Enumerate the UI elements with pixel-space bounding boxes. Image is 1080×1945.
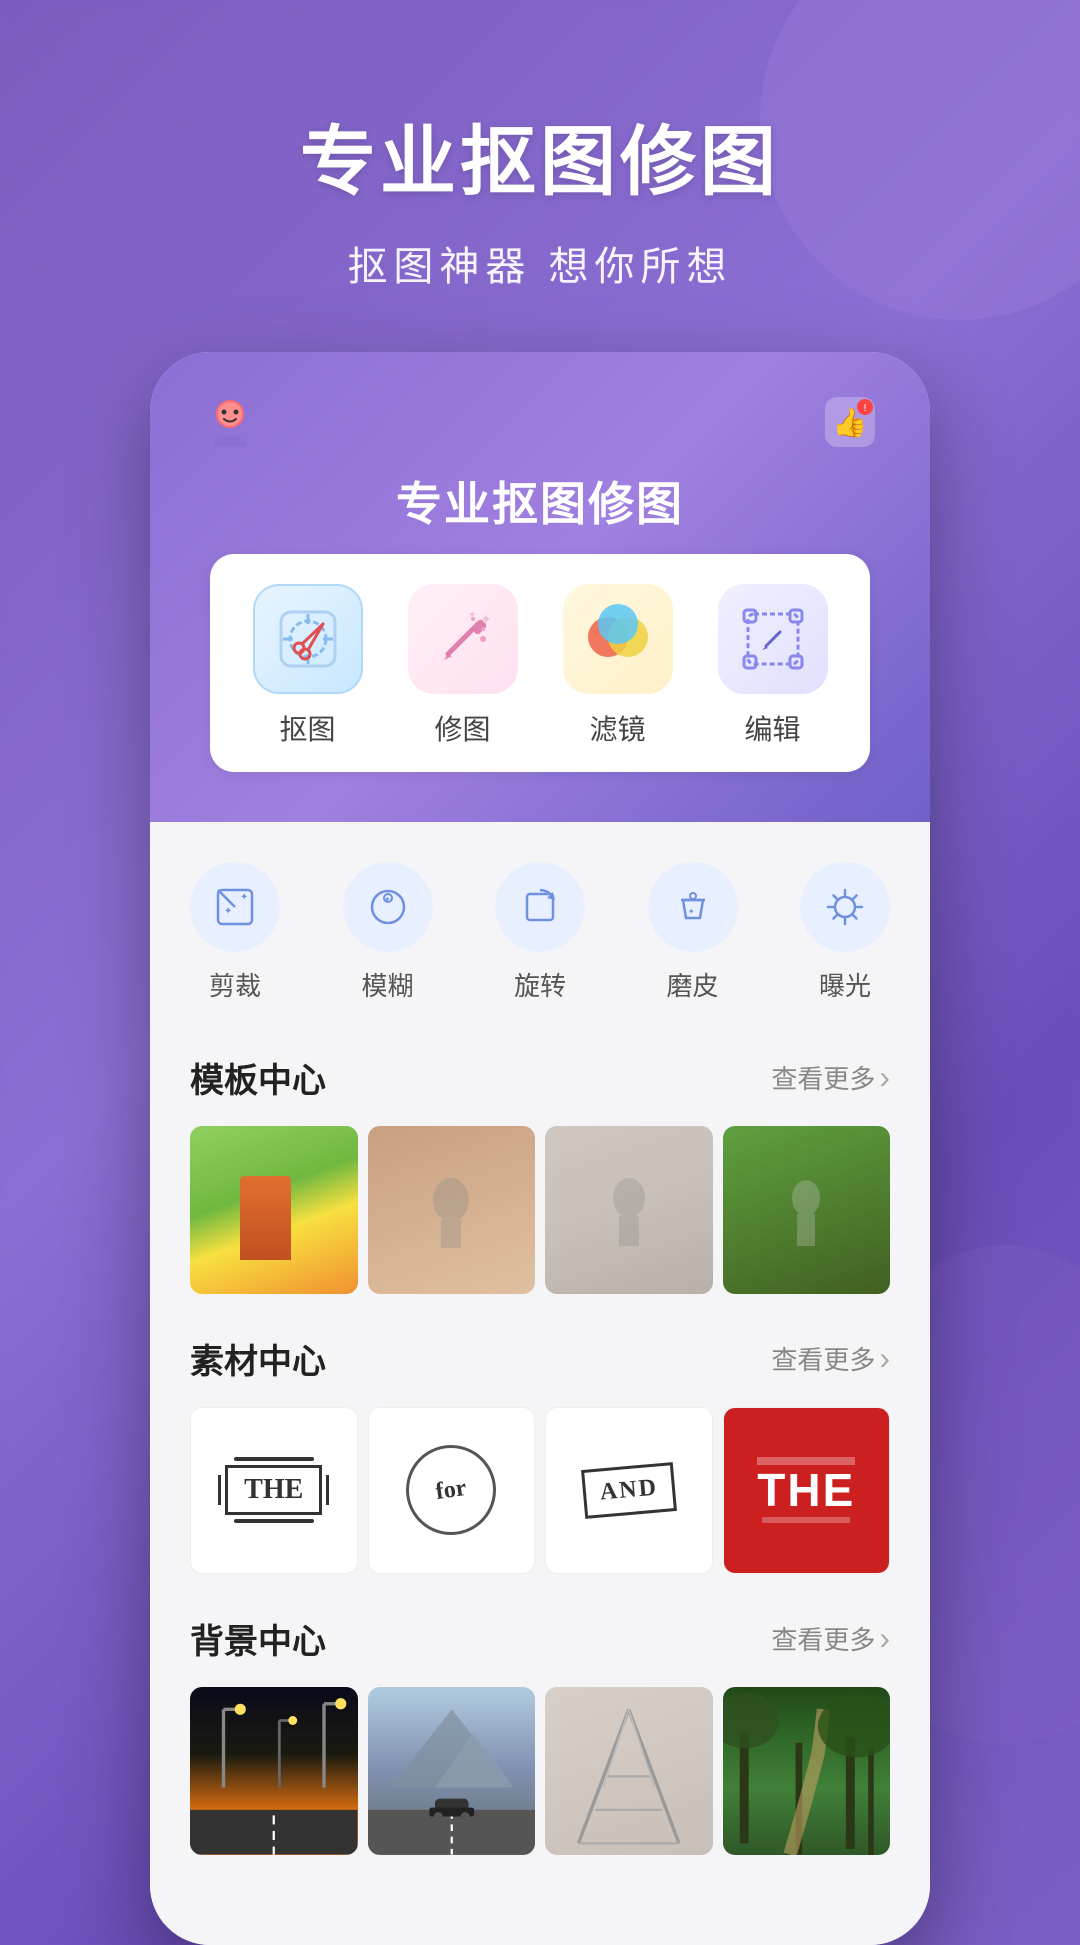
tool-icon-jiancai: ✦ ✦ bbox=[190, 862, 280, 952]
header-section: 专业抠图修图 抠图神器 想你所想 bbox=[300, 0, 780, 352]
background-title: 背景中心 bbox=[190, 1614, 326, 1663]
material-section-header: 素材中心 查看更多 bbox=[190, 1334, 890, 1383]
background-grid bbox=[190, 1687, 890, 1855]
tool-label-jiancai: 剪裁 bbox=[209, 966, 261, 1003]
tool-xuanzhuan[interactable]: 旋转 bbox=[495, 862, 585, 1003]
tool-label-mopi: 磨皮 bbox=[666, 966, 718, 1003]
features-card: 抠图 ✦ ✦ bbox=[210, 554, 870, 772]
like-icon[interactable]: 👍 ! bbox=[820, 392, 880, 452]
template-more-button[interactable]: 查看更多 bbox=[771, 1059, 890, 1096]
feature-label-koutu: 抠图 bbox=[279, 708, 335, 748]
svg-text:!: ! bbox=[864, 403, 867, 414]
material-image-2[interactable]: for bbox=[368, 1407, 536, 1575]
tool-icon-mopi: ✦ bbox=[648, 862, 738, 952]
material-image-4[interactable]: THE bbox=[723, 1407, 891, 1575]
template-section-header: 模板中心 查看更多 bbox=[190, 1053, 890, 1102]
template-title: 模板中心 bbox=[190, 1053, 326, 1102]
phone-header: 👍 ! 专业抠图修图 bbox=[150, 352, 930, 822]
tool-icon-xuanzhuan bbox=[495, 862, 585, 952]
tool-label-puguang: 曝光 bbox=[819, 966, 871, 1003]
phone-body: ✦ ✦ 剪裁 ✦ 模糊 bbox=[150, 822, 930, 1945]
template-image-2[interactable] bbox=[368, 1126, 536, 1294]
feature-bianji[interactable]: 编辑 bbox=[718, 584, 828, 748]
feature-label-xiutu: 修图 bbox=[434, 708, 490, 748]
tool-mohu[interactable]: ✦ 模糊 bbox=[343, 862, 433, 1003]
feature-icon-bianji bbox=[718, 584, 828, 694]
feature-label-bianji: 编辑 bbox=[744, 708, 800, 748]
tool-puguang[interactable]: 曝光 bbox=[800, 862, 890, 1003]
svg-text:✦: ✦ bbox=[240, 892, 248, 903]
feature-lvjing[interactable]: 滤镜 bbox=[563, 584, 673, 748]
svg-text:✦: ✦ bbox=[468, 610, 476, 621]
sub-title: 抠图神器 想你所想 bbox=[300, 234, 780, 292]
tool-jiancai[interactable]: ✦ ✦ 剪裁 bbox=[190, 862, 280, 1003]
tool-mopi[interactable]: ✦ 磨皮 bbox=[648, 862, 738, 1003]
phone-app-title: 专业抠图修图 bbox=[200, 468, 880, 534]
feature-koutu[interactable]: 抠图 bbox=[253, 584, 363, 748]
background-image-3[interactable] bbox=[545, 1687, 713, 1855]
material-title: 素材中心 bbox=[190, 1334, 326, 1383]
tool-icon-puguang bbox=[800, 862, 890, 952]
material-image-1[interactable]: THE bbox=[190, 1407, 358, 1575]
feature-icon-lvjing bbox=[563, 584, 673, 694]
template-grid bbox=[190, 1126, 890, 1294]
tool-icon-mohu: ✦ bbox=[343, 862, 433, 952]
template-image-1[interactable] bbox=[190, 1126, 358, 1294]
material-more-button[interactable]: 查看更多 bbox=[771, 1340, 890, 1377]
background-image-1[interactable] bbox=[190, 1687, 358, 1855]
quick-tools: ✦ ✦ 剪裁 ✦ 模糊 bbox=[190, 852, 890, 1003]
tool-label-mohu: 模糊 bbox=[361, 966, 413, 1003]
template-image-4[interactable] bbox=[723, 1126, 891, 1294]
background-image-2[interactable] bbox=[368, 1687, 536, 1855]
background-more-button[interactable]: 查看更多 bbox=[771, 1620, 890, 1657]
svg-text:✦: ✦ bbox=[480, 611, 492, 627]
background-section-header: 背景中心 查看更多 bbox=[190, 1614, 890, 1663]
feature-icon-koutu bbox=[253, 584, 363, 694]
user-icon[interactable] bbox=[200, 392, 260, 452]
feature-xiutu[interactable]: ✦ ✦ 修图 bbox=[408, 584, 518, 748]
svg-text:✦: ✦ bbox=[384, 895, 391, 904]
phone-mockup: 👍 ! 专业抠图修图 bbox=[150, 352, 930, 1945]
template-image-3[interactable] bbox=[545, 1126, 713, 1294]
material-image-3[interactable]: AND bbox=[545, 1407, 713, 1575]
tool-label-xuanzhuan: 旋转 bbox=[514, 966, 566, 1003]
phone-header-icons: 👍 ! bbox=[200, 392, 880, 452]
main-title: 专业抠图修图 bbox=[300, 100, 780, 210]
feature-icon-xiutu: ✦ ✦ bbox=[408, 584, 518, 694]
svg-text:✦: ✦ bbox=[688, 907, 695, 916]
material-grid: THE for AND bbox=[190, 1407, 890, 1575]
background-image-4[interactable] bbox=[723, 1687, 891, 1855]
feature-label-lvjing: 滤镜 bbox=[589, 708, 645, 748]
svg-text:✦: ✦ bbox=[224, 906, 232, 917]
